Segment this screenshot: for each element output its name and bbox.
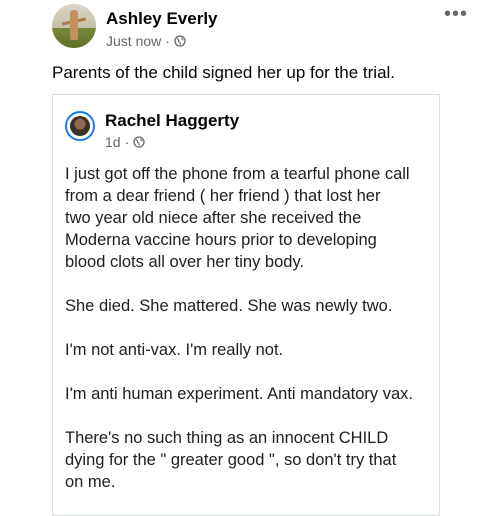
post-timestamp[interactable]: Just now (106, 33, 161, 49)
avatar-figure (70, 10, 78, 40)
post-text: Parents of the child signed her up for t… (52, 63, 396, 82)
text-line: on me. (65, 473, 116, 491)
text-line: I'm anti human experiment. Anti mandator… (65, 385, 413, 403)
shared-post-meta: 1d · (105, 134, 145, 150)
text-line: I'm not anti-vax. I'm really not. (65, 341, 284, 359)
globe-icon[interactable] (133, 136, 145, 148)
paragraph: I'm not anti-vax. I'm really not. (65, 339, 435, 361)
text-line: There's no such thing as an innocent CHI… (65, 429, 389, 447)
paragraph: I'm anti human experiment. Anti mandator… (65, 383, 435, 405)
paragraph: I just got off the phone from a tearful … (65, 163, 435, 273)
shared-author-name[interactable]: Rachel Haggerty (105, 111, 239, 131)
shared-author-avatar[interactable] (65, 111, 95, 141)
paragraph: She died. She mattered. She was newly tw… (65, 295, 435, 317)
text-line: I just got off the phone from a tearful … (65, 165, 410, 183)
shared-post[interactable]: Rachel Haggerty 1d · I just got off the … (52, 94, 440, 516)
facebook-post: Ashley Everly Just now · ••• Parents of … (0, 0, 482, 516)
globe-icon[interactable] (174, 35, 186, 47)
post-meta: Just now · (106, 33, 186, 49)
text-line: blood clots all over her tiny body. (65, 253, 305, 271)
more-options-icon[interactable]: ••• (444, 4, 468, 24)
meta-separator: · (165, 33, 170, 49)
text-line: two year old niece after she received th… (65, 209, 362, 227)
author-name[interactable]: Ashley Everly (106, 9, 218, 29)
paragraph: There's no such thing as an innocent CHI… (65, 427, 435, 493)
text-line: dying for the " greater good ", so don't… (65, 451, 397, 469)
shared-meta-separator: · (124, 134, 130, 150)
text-line: Moderna vaccine hours prior to developin… (65, 231, 377, 249)
shared-post-timestamp[interactable]: 1d (105, 134, 121, 150)
text-line: She died. She mattered. She was newly tw… (65, 297, 393, 315)
text-line: from a dear friend ( her friend ) that l… (65, 187, 381, 205)
author-avatar[interactable] (52, 4, 96, 48)
shared-avatar-photo (70, 116, 90, 136)
shared-post-body: I just got off the phone from a tearful … (65, 163, 435, 515)
